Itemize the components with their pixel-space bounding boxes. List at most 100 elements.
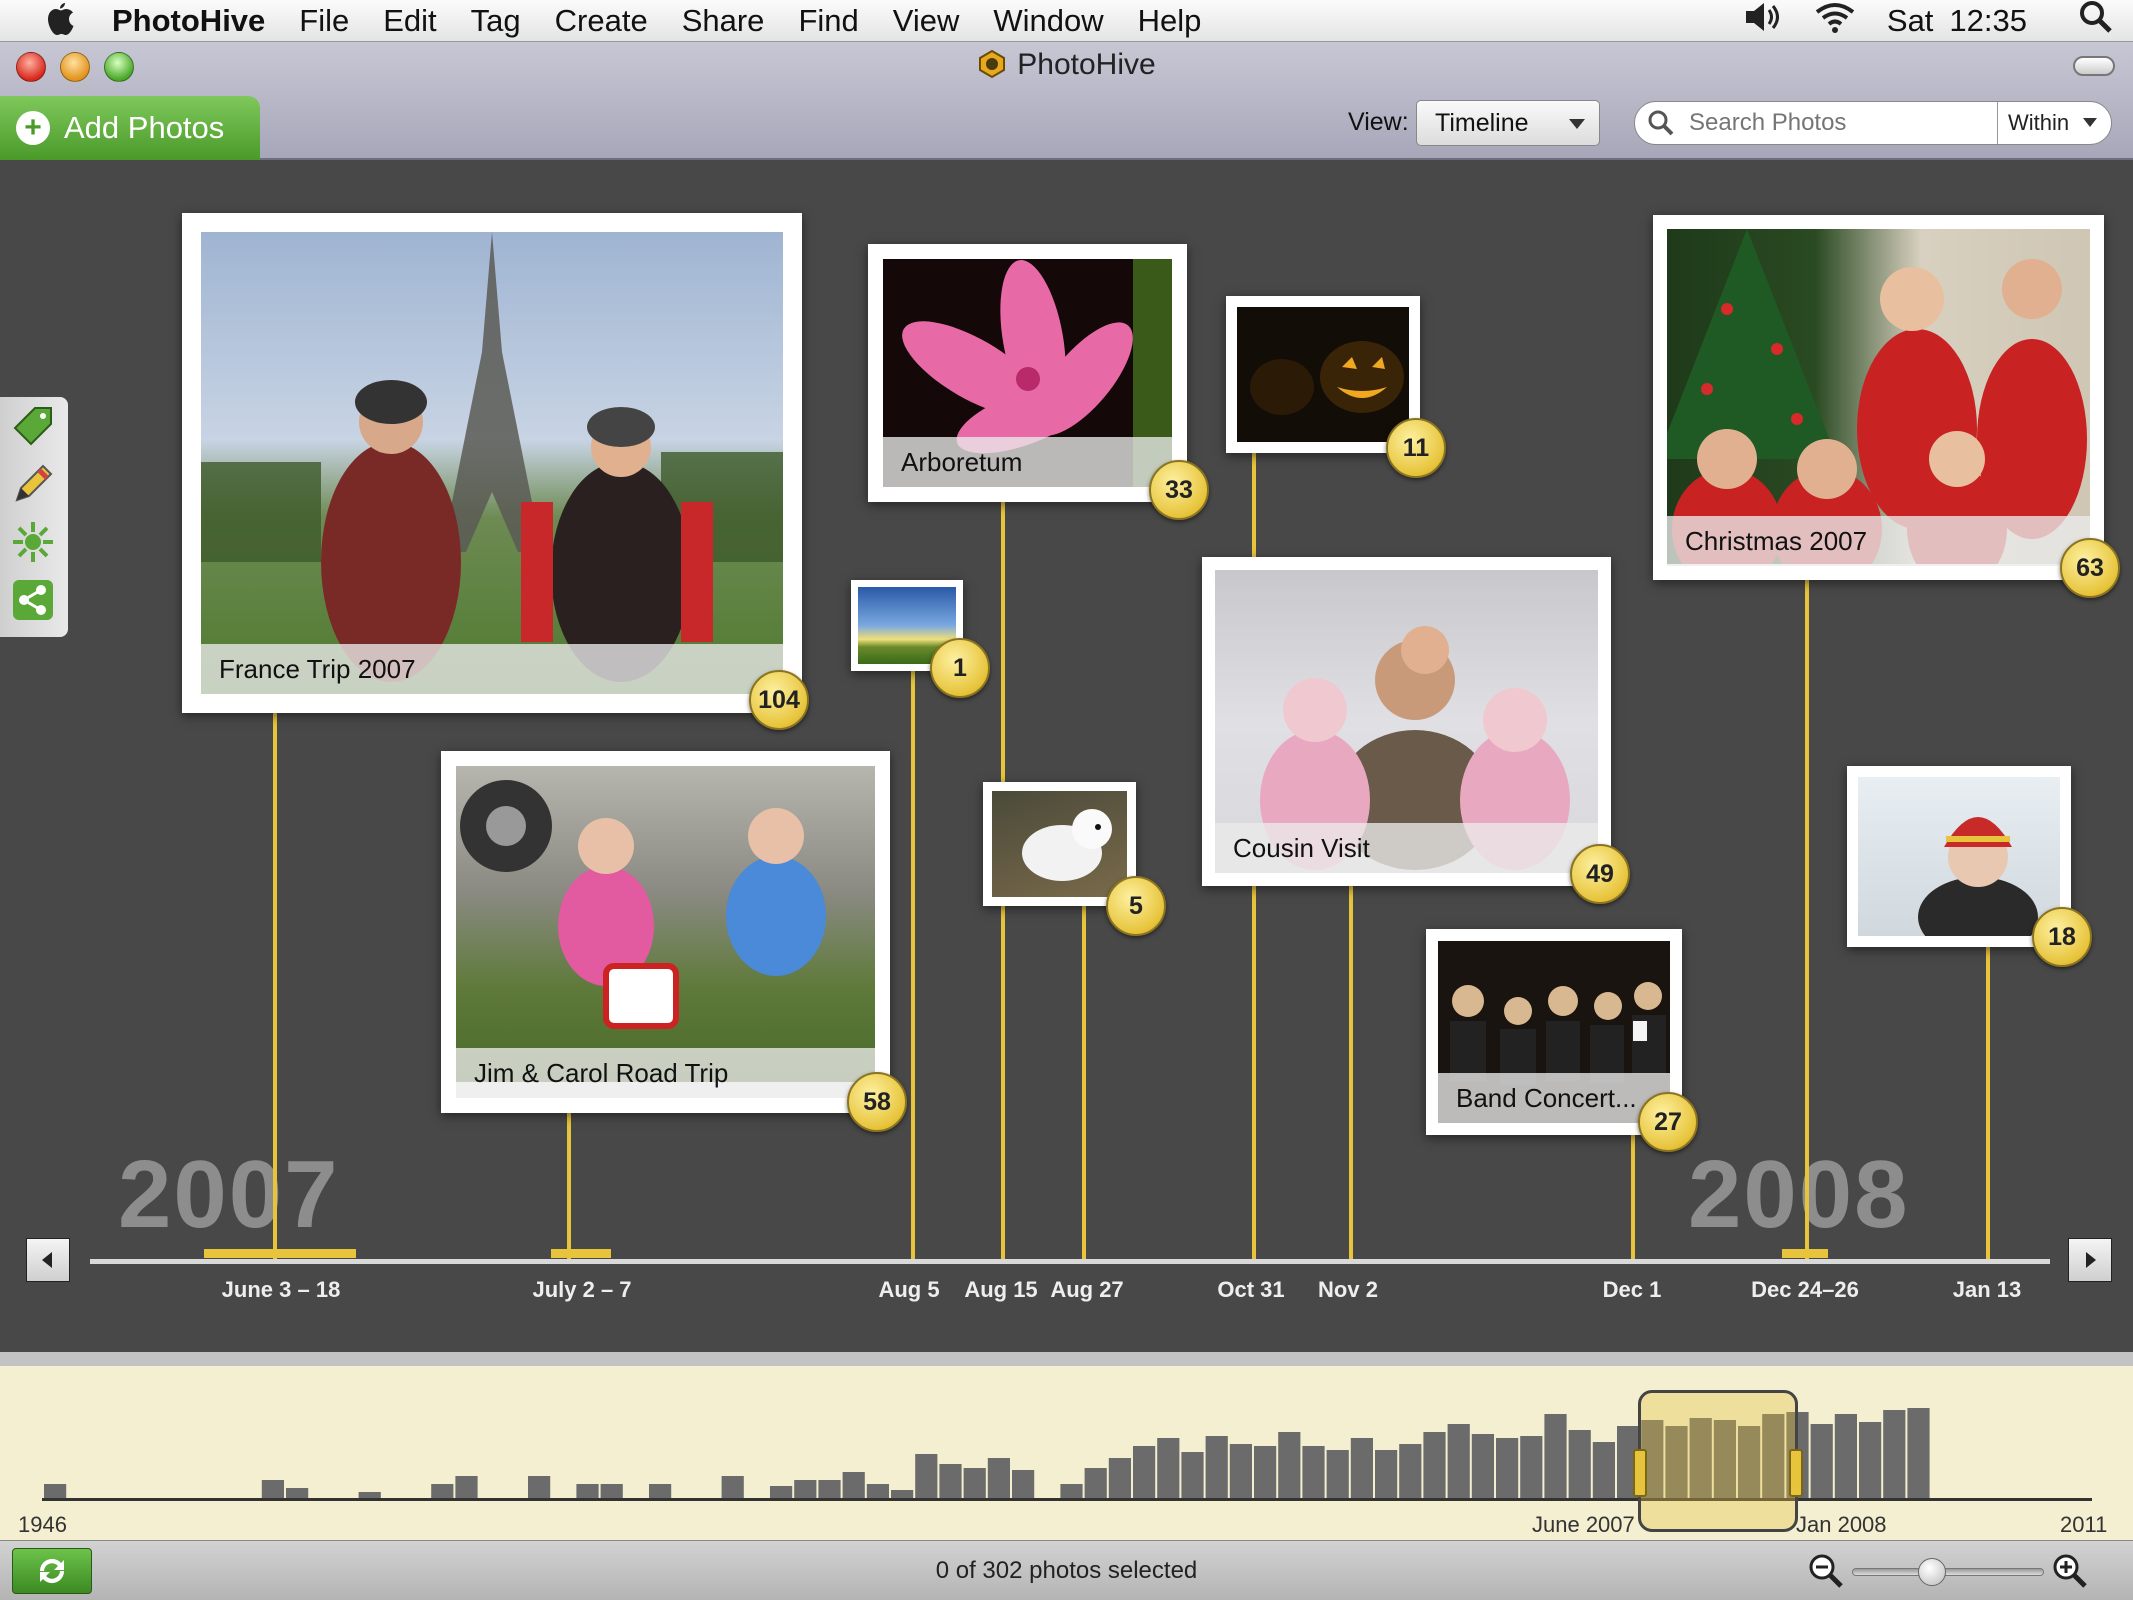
histogram-bar	[1326, 1450, 1349, 1498]
scroll-right-button[interactable]	[2068, 1238, 2112, 1282]
search-icon	[1647, 109, 1675, 137]
event-caption: Cousin Visit	[1215, 823, 1598, 873]
photo-count-badge: 18	[2032, 907, 2092, 967]
menu-file[interactable]: File	[299, 3, 349, 39]
histogram-bar	[1544, 1414, 1567, 1498]
within-label: Within	[2008, 110, 2070, 135]
overview-window-end-label: Jan 2008	[1796, 1512, 1887, 1537]
histogram-bar	[1447, 1424, 1470, 1498]
menu-edit[interactable]: Edit	[383, 3, 436, 39]
menu-help[interactable]: Help	[1138, 3, 1202, 39]
menu-create[interactable]: Create	[555, 3, 648, 39]
histogram-bar	[1883, 1410, 1906, 1498]
toolbar-toggle-button[interactable]	[2073, 56, 2115, 76]
event-card-france-trip[interactable]: France Trip 2007	[182, 213, 802, 713]
histogram-bar	[939, 1464, 962, 1498]
date-range-marker[interactable]	[551, 1249, 611, 1258]
zoom-slider[interactable]	[1852, 1568, 2044, 1576]
road-trip-photo	[460, 780, 826, 1029]
menu-bar: PhotoHive File Edit Tag Create Share Fin…	[0, 0, 2133, 42]
menu-share[interactable]: Share	[682, 3, 765, 39]
window-title: PhotoHive	[0, 48, 2133, 82]
histogram-bar	[915, 1454, 938, 1498]
chevron-down-icon	[2083, 118, 2097, 127]
menu-view[interactable]: View	[893, 3, 960, 39]
overview-range-window[interactable]	[1633, 1390, 1803, 1532]
tag-icon[interactable]	[10, 403, 56, 449]
status-bar: 0 of 302 photos selected	[0, 1540, 2133, 1600]
event-caption: France Trip 2007	[201, 644, 783, 694]
timeline-stem	[1349, 884, 1353, 1260]
histogram-bar	[1834, 1414, 1857, 1498]
zoom-out-icon[interactable]	[1808, 1553, 1844, 1589]
within-dropdown[interactable]: Within	[1997, 102, 2111, 144]
view-select[interactable]: Timeline	[1416, 100, 1600, 146]
histogram-bar	[891, 1490, 914, 1498]
eiffel-tower-photo	[201, 232, 783, 682]
histogram-bar	[794, 1480, 817, 1498]
zoom-in-icon[interactable]	[2052, 1553, 2088, 1589]
histogram-bar	[1810, 1424, 1833, 1498]
date-range-marker[interactable]	[1782, 1249, 1828, 1258]
event-card-christmas[interactable]: Christmas 2007	[1653, 215, 2104, 580]
share-icon[interactable]	[10, 577, 56, 623]
menu-app-name[interactable]: PhotoHive	[112, 3, 265, 39]
event-card-road-trip[interactable]: Jim & Carol Road Trip	[441, 751, 890, 1113]
event-photo	[1237, 307, 1409, 442]
wifi-icon[interactable]	[1813, 0, 1857, 42]
timeline-stem	[1805, 578, 1809, 1260]
clock-time[interactable]: 12:35	[1949, 3, 2027, 39]
histogram-bar	[1375, 1450, 1398, 1498]
photo-count-badge: 11	[1386, 418, 1446, 478]
histogram-bar	[1350, 1438, 1373, 1498]
histogram-bar	[842, 1472, 865, 1498]
histogram-bar	[1568, 1430, 1591, 1498]
white-dog-photo	[1022, 809, 1112, 881]
apple-menu-icon[interactable]	[40, 1, 80, 41]
spotlight-search-icon[interactable]	[2079, 0, 2113, 42]
menu-window[interactable]: Window	[993, 3, 1103, 39]
edit-pencil-icon[interactable]	[10, 461, 56, 507]
photo-count-badge: 58	[847, 1072, 907, 1132]
date-range-marker[interactable]	[204, 1249, 356, 1258]
menu-tag[interactable]: Tag	[471, 3, 521, 39]
view-label: View:	[1348, 108, 1409, 136]
range-handle-left[interactable]	[1633, 1449, 1647, 1497]
timeline-stem	[567, 1110, 571, 1260]
histogram-bar	[1302, 1446, 1325, 1498]
zoom-slider-knob[interactable]	[1918, 1558, 1946, 1586]
histogram-bar	[431, 1484, 454, 1498]
overview-start-label: 1946	[18, 1512, 67, 1537]
event-card-arboretum[interactable]: Arboretum	[868, 244, 1187, 502]
timeline-date-label: Dec 24–26	[1751, 1277, 1859, 1302]
range-handle-right[interactable]	[1789, 1449, 1803, 1497]
histogram-bar	[455, 1476, 478, 1498]
scroll-left-button[interactable]	[26, 1238, 70, 1282]
clock-day[interactable]: Sat	[1887, 3, 1934, 39]
timeline-date-label: Aug 15	[964, 1277, 1038, 1302]
effects-icon[interactable]	[10, 519, 56, 565]
histogram-bar	[818, 1480, 841, 1498]
menu-find[interactable]: Find	[798, 3, 858, 39]
plus-icon: +	[16, 111, 50, 145]
year-label-2007: 2007	[118, 1141, 340, 1248]
histogram-bar	[1520, 1436, 1543, 1498]
histogram-bar	[1108, 1458, 1131, 1498]
histogram-bar	[1157, 1438, 1180, 1498]
search-field[interactable]: Within	[1634, 101, 2112, 145]
volume-icon[interactable]	[1743, 0, 1783, 42]
overview-histogram[interactable]: 1946 June 2007 Jan 2008 2011	[0, 1352, 2133, 1540]
timeline-stem	[1986, 944, 1990, 1260]
histogram-bar	[1254, 1446, 1277, 1498]
photo-count-badge: 63	[2060, 538, 2120, 598]
event-photo	[1858, 777, 2060, 936]
histogram-bar	[987, 1458, 1010, 1498]
event-caption: Christmas 2007	[1667, 516, 2090, 566]
add-photos-button[interactable]: + Add Photos	[0, 96, 260, 160]
event-caption: Band Concert...	[1438, 1073, 1670, 1123]
timeline-axis	[90, 1259, 2050, 1264]
event-card-cousin-visit[interactable]: Cousin Visit	[1202, 557, 1611, 886]
histogram-bar	[1084, 1468, 1107, 1498]
histogram-bar	[1592, 1442, 1615, 1498]
search-input[interactable]	[1689, 109, 1989, 137]
